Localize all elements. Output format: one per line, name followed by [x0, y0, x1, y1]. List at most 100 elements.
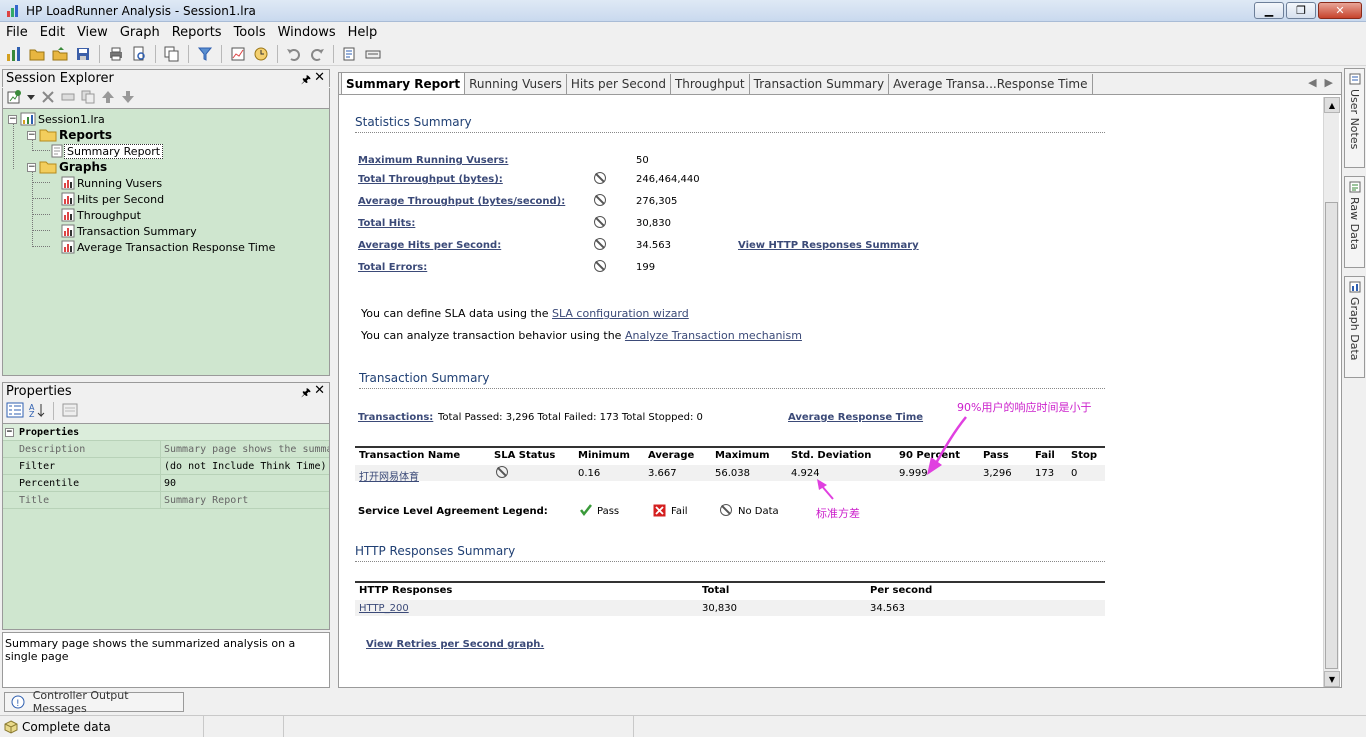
tab-summary-report[interactable]: Summary Report [341, 72, 466, 94]
tree-reports-folder[interactable]: − Reports [27, 127, 114, 143]
keyboard-icon[interactable] [363, 44, 383, 64]
side-tab-user-notes[interactable]: User Notes [1344, 68, 1365, 168]
stat-max-vusers-link[interactable]: Maximum Running Vusers: [358, 155, 508, 166]
stat-avg-hits-link[interactable]: Average Hits per Second: [358, 240, 501, 251]
report-page-icon [51, 144, 63, 158]
transaction-counts: Total Passed: 3,296 Total Failed: 173 To… [438, 412, 703, 423]
scroll-up-icon[interactable]: ▲ [1324, 97, 1340, 113]
side-tab-graph-data[interactable]: Graph Data [1344, 276, 1365, 378]
sla-wizard-link[interactable]: SLA configuration wizard [552, 307, 689, 320]
property-value[interactable]: 90 [161, 475, 329, 491]
tree-item-graph-label: Transaction Summary [77, 224, 197, 238]
scroll-down-icon[interactable]: ▼ [1324, 671, 1340, 687]
collapse-icon[interactable]: − [5, 427, 14, 437]
menu-graph[interactable]: Graph [114, 25, 166, 40]
transactions-link[interactable]: Transactions: [358, 412, 433, 423]
duplicate-icon[interactable] [80, 89, 96, 108]
tab-next-icon[interactable]: ▶ [1325, 76, 1333, 89]
scroll-thumb[interactable] [1325, 202, 1338, 669]
tab-throughput[interactable]: Throughput [671, 74, 750, 94]
new-session-icon[interactable] [4, 44, 24, 64]
clock-icon[interactable] [251, 44, 271, 64]
side-tab-raw-data[interactable]: Raw Data [1344, 176, 1365, 268]
menu-view[interactable]: View [71, 25, 114, 40]
notes-icon[interactable] [340, 44, 360, 64]
tree-item-graph[interactable]: Hits per Second [61, 191, 166, 207]
transaction-name-link[interactable]: 打开网易体育 [359, 468, 419, 483]
vertical-scrollbar[interactable]: ▲ ▼ [1323, 97, 1340, 687]
save-icon[interactable] [73, 44, 93, 64]
tab-prev-icon[interactable]: ◀ [1308, 76, 1316, 89]
property-value[interactable]: (do not Include Think Time) [161, 458, 329, 474]
dropdown-arrow-icon[interactable] [26, 89, 36, 108]
granularity-icon[interactable] [228, 44, 248, 64]
menu-tools[interactable]: Tools [228, 25, 272, 40]
open-folder-icon[interactable] [27, 44, 47, 64]
copy-graph-icon[interactable] [162, 44, 182, 64]
rename-icon[interactable] [60, 89, 76, 108]
add-graph-icon[interactable] [6, 89, 22, 108]
tree-item-graph[interactable]: Average Transaction Response Time [61, 239, 277, 255]
properties-title: Properties [6, 384, 72, 399]
menu-help[interactable]: Help [342, 25, 384, 40]
menu-windows[interactable]: Windows [272, 25, 342, 40]
col-pass: Pass [983, 450, 1009, 461]
property-row[interactable]: Percentile 90 [3, 475, 329, 492]
property-row[interactable]: Title Summary Report [3, 492, 329, 509]
bar-graph-icon [61, 224, 75, 238]
redo-icon[interactable] [307, 44, 327, 64]
filter-icon[interactable] [195, 44, 215, 64]
move-down-icon[interactable] [120, 89, 136, 108]
cell-http-total: 30,830 [702, 603, 737, 614]
menu-file[interactable]: File [0, 25, 34, 40]
sort-alpha-icon[interactable]: AZ [28, 402, 46, 421]
col-total: Total [702, 585, 730, 596]
tree-item-graph[interactable]: Transaction Summary [61, 223, 199, 239]
undo-icon[interactable] [284, 44, 304, 64]
categorized-icon[interactable] [6, 402, 24, 421]
table-rule [355, 446, 1105, 448]
minimize-button[interactable]: ▁ [1254, 2, 1284, 19]
menu-edit[interactable]: Edit [34, 25, 71, 40]
stat-total-hits-link[interactable]: Total Hits: [358, 218, 415, 229]
close-pane-icon[interactable]: ✕ [314, 383, 325, 398]
stat-total-errors-link[interactable]: Total Errors: [358, 262, 427, 273]
collapse-icon[interactable]: − [27, 130, 36, 140]
view-http-responses-link[interactable]: View HTTP Responses Summary [738, 240, 919, 251]
property-category[interactable]: − Properties [3, 424, 329, 441]
collapse-icon[interactable]: − [27, 162, 36, 172]
collapse-icon[interactable]: − [8, 114, 17, 124]
tab-hits-per-second[interactable]: Hits per Second [567, 74, 671, 94]
open-folder-up-icon[interactable] [50, 44, 70, 64]
http-200-link[interactable]: HTTP_200 [359, 603, 409, 614]
controller-output-label: Controller Output Messages [32, 689, 129, 715]
move-up-icon[interactable] [100, 89, 116, 108]
toolbar-separator [155, 44, 156, 63]
print-icon[interactable] [106, 44, 126, 64]
analyze-transaction-link[interactable]: Analyze Transaction mechanism [625, 329, 802, 342]
menu-reports[interactable]: Reports [166, 25, 228, 40]
maximize-button[interactable]: ❐ [1286, 2, 1316, 19]
controller-output-tab[interactable]: ! Controller Output Messages [4, 689, 184, 715]
tree-item-graph[interactable]: Throughput [61, 207, 143, 223]
view-retries-link[interactable]: View Retries per Second graph. [366, 639, 544, 650]
tab-running-vusers[interactable]: Running Vusers [465, 74, 567, 94]
property-row[interactable]: Description Summary page shows the summa… [3, 441, 329, 458]
cell-pass: 3,296 [983, 468, 1012, 479]
tab-average-response-time[interactable]: Average Transa...Response Time [889, 74, 1093, 94]
menu-bar: File Edit View Graph Reports Tools Windo… [0, 22, 1366, 42]
tree-root-session[interactable]: − Session1.lra [8, 111, 107, 127]
tree-item-graph[interactable]: Running Vusers [61, 175, 164, 191]
print-preview-icon[interactable] [129, 44, 149, 64]
tree-graphs-folder[interactable]: − Graphs [27, 159, 109, 175]
property-row[interactable]: Filter (do not Include Think Time) [3, 458, 329, 475]
tree-item-summary-report[interactable]: Summary Report [50, 143, 164, 159]
close-button[interactable]: ✕ [1318, 2, 1362, 19]
property-pages-icon[interactable] [61, 402, 79, 421]
close-pane-icon[interactable]: ✕ [314, 70, 325, 85]
stat-avg-throughput-link[interactable]: Average Throughput (bytes/second): [358, 196, 565, 207]
col-fail: Fail [1035, 450, 1055, 461]
tab-transaction-summary[interactable]: Transaction Summary [750, 74, 890, 94]
delete-icon[interactable] [40, 89, 56, 108]
stat-total-throughput-link[interactable]: Total Throughput (bytes): [358, 174, 503, 185]
